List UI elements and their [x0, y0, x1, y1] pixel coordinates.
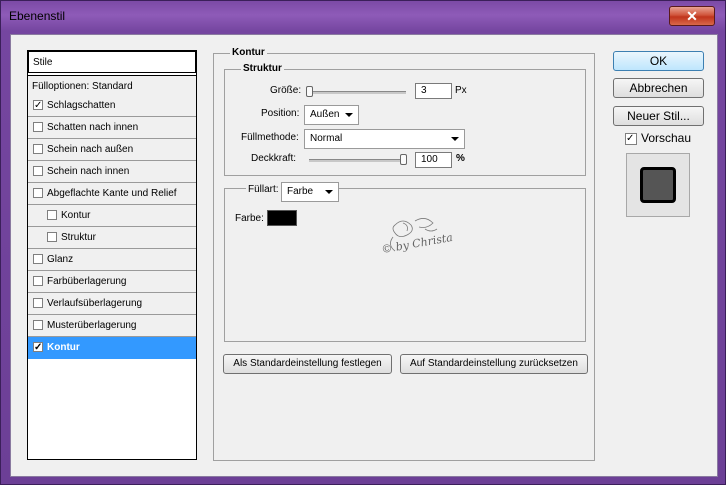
dialog-body: Stile Fülloptionen: Standard Schlagschatt… — [10, 34, 718, 477]
chevron-down-icon — [451, 137, 459, 141]
style-item-label: Farbüberlagerung — [47, 276, 127, 287]
styles-list-item[interactable]: Verlaufsüberlagerung — [28, 293, 196, 315]
blend-mode-label: Füllmethode: — [241, 132, 299, 143]
position-label: Position: — [261, 108, 300, 119]
blend-mode-value: Normal — [310, 133, 343, 144]
style-checkbox[interactable] — [33, 122, 43, 132]
size-label: Größe: — [270, 85, 302, 96]
new-style-button[interactable]: Neuer Stil... — [613, 106, 704, 126]
style-item-label: Schatten nach innen — [47, 122, 139, 133]
style-checkbox[interactable] — [33, 144, 43, 154]
preview-stroke-sample — [640, 167, 676, 203]
size-input[interactable]: 3 — [415, 83, 452, 99]
style-item-label: Schein nach innen — [47, 166, 130, 177]
styles-list-item[interactable]: Kontur — [28, 205, 196, 227]
opacity-unit: % — [456, 153, 465, 164]
title-bar[interactable]: Ebenenstil ✕ — [1, 1, 725, 35]
kontur-group-title: Kontur — [230, 47, 267, 58]
style-checkbox[interactable] — [33, 276, 43, 286]
style-item-label: Schein nach außen — [47, 144, 134, 155]
style-checkbox[interactable] — [33, 166, 43, 176]
reset-default-button[interactable]: Auf Standardeinstellung zurücksetzen — [400, 354, 588, 374]
color-swatch[interactable] — [267, 210, 297, 226]
position-value: Außen — [310, 109, 340, 120]
close-button[interactable]: ✕ — [669, 6, 715, 26]
cancel-button[interactable]: Abbrechen — [613, 78, 704, 98]
opacity-slider-thumb[interactable] — [400, 154, 407, 165]
watermark: © by Christa — [375, 215, 465, 265]
styles-list-item[interactable]: Farbüberlagerung — [28, 271, 196, 293]
style-item-label: Musterüberlagerung — [47, 320, 137, 331]
window-title: Ebenenstil — [9, 9, 66, 23]
styles-list-header[interactable]: Stile — [28, 51, 196, 73]
style-checkbox[interactable] — [33, 188, 43, 198]
styles-header-label: Stile — [33, 57, 53, 68]
style-checkbox[interactable] — [33, 342, 43, 352]
opacity-label: Deckkraft: — [251, 153, 297, 164]
blend-mode-select[interactable]: Normal — [304, 129, 465, 149]
styles-list: Stile Fülloptionen: Standard Schlagschatt… — [27, 50, 197, 460]
opacity-input[interactable]: 100 — [415, 152, 452, 168]
preview-checkbox[interactable] — [625, 133, 637, 145]
styles-list-item[interactable]: Schatten nach innen — [28, 117, 196, 139]
chevron-down-icon — [325, 190, 333, 194]
styles-list-item[interactable]: Glanz — [28, 249, 196, 271]
close-icon: ✕ — [686, 8, 698, 24]
style-item-label: Glanz — [47, 254, 74, 265]
make-default-button[interactable]: Als Standardeinstellung festlegen — [223, 354, 392, 374]
styles-list-item[interactable]: Struktur — [28, 227, 196, 249]
filltype-value: Farbe — [287, 186, 314, 197]
style-checkbox[interactable] — [33, 254, 43, 264]
style-item-label: Fülloptionen: Standard — [32, 81, 133, 92]
layer-style-dialog: Ebenenstil ✕ Stile Fülloptionen: Standar… — [0, 0, 726, 485]
styles-list-item[interactable]: Schein nach innen — [28, 161, 196, 183]
preview-label: Vorschau — [641, 131, 692, 145]
style-checkbox[interactable] — [33, 320, 43, 330]
struktur-group-title: Struktur — [241, 63, 284, 74]
filltype-label: Füllart: — [246, 184, 281, 195]
struktur-group: Struktur Größe: 3 Px Position: Außen Fül… — [224, 63, 586, 176]
preview-thumbnail — [626, 153, 690, 217]
styles-list-item[interactable]: Fülloptionen: Standard — [28, 75, 196, 97]
styles-list-item[interactable]: Schein nach außen — [28, 139, 196, 161]
style-item-label: Verlaufsüberlagerung — [47, 298, 143, 309]
styles-list-item[interactable]: Schlagschatten — [28, 95, 196, 117]
style-item-label: Kontur — [61, 210, 91, 221]
style-item-label: Schlagschatten — [47, 100, 116, 111]
styles-list-item[interactable]: Musterüberlagerung — [28, 315, 196, 337]
kontur-group: Kontur Struktur Größe: 3 Px Position: Au… — [213, 47, 595, 461]
chevron-down-icon — [345, 113, 353, 117]
size-slider-thumb[interactable] — [306, 86, 313, 97]
styles-list-item[interactable]: Abgeflachte Kante und Relief — [28, 183, 196, 205]
style-checkbox[interactable] — [33, 298, 43, 308]
color-label: Farbe: — [235, 213, 264, 224]
style-checkbox[interactable] — [47, 210, 57, 220]
style-item-label: Kontur — [47, 342, 80, 353]
styles-list-item[interactable]: Kontur — [28, 337, 196, 359]
style-item-label: Abgeflachte Kante und Relief — [47, 188, 177, 199]
position-select[interactable]: Außen — [304, 105, 359, 125]
style-checkbox[interactable] — [33, 100, 43, 110]
ok-button[interactable]: OK — [613, 51, 704, 71]
filltype-select[interactable]: Farbe — [281, 182, 339, 202]
size-unit: Px — [455, 85, 467, 96]
opacity-slider-track[interactable] — [309, 159, 406, 162]
style-item-label: Struktur — [61, 232, 97, 243]
fill-group: Füllart: Farbe Farbe: © by Christa — [224, 182, 586, 342]
style-checkbox[interactable] — [47, 232, 57, 242]
size-slider-track[interactable] — [309, 91, 406, 94]
